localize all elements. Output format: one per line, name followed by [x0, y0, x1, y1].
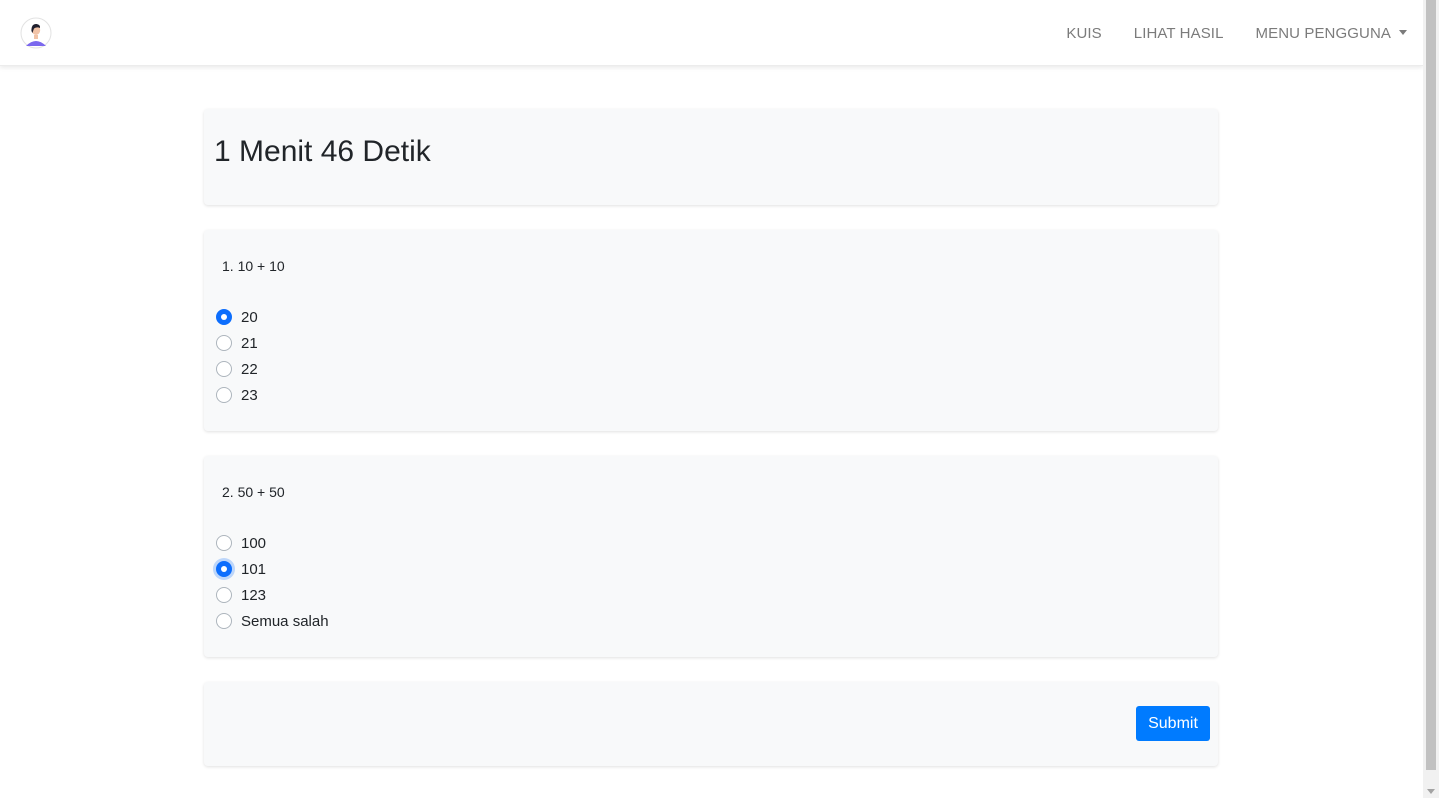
- radio-button[interactable]: [216, 309, 232, 325]
- user-avatar-icon[interactable]: [20, 17, 52, 49]
- answer-label[interactable]: 100: [241, 535, 266, 552]
- vertical-scrollbar[interactable]: [1423, 0, 1439, 798]
- nav-kuis-label: KUIS: [1066, 24, 1102, 42]
- answer-label[interactable]: 22: [241, 361, 258, 378]
- answer-option[interactable]: 123: [216, 582, 329, 608]
- question-text: 1. 10 + 10: [222, 258, 285, 274]
- timer-card: 1 Menit 46 Detik: [204, 109, 1218, 205]
- nav-lihat-hasil[interactable]: LIHAT HASIL: [1134, 25, 1224, 42]
- answer-label[interactable]: 21: [241, 335, 258, 352]
- question-card-2: 2. 50 + 50 100 101 123 Semua salah: [204, 456, 1218, 657]
- scroll-down-arrow-icon[interactable]: [1427, 789, 1435, 794]
- navbar: KUIS LIHAT HASIL MENU PENGGUNA: [0, 0, 1423, 66]
- answer-options: 100 101 123 Semua salah: [216, 530, 329, 634]
- radio-button[interactable]: [216, 587, 232, 603]
- radio-button[interactable]: [216, 535, 232, 551]
- question-card-1: 1. 10 + 10 20 21 22 23: [204, 230, 1218, 431]
- radio-button[interactable]: [216, 361, 232, 377]
- answer-label[interactable]: 123: [241, 587, 266, 604]
- answer-option[interactable]: 20: [216, 304, 258, 330]
- answer-option[interactable]: 23: [216, 382, 258, 408]
- answer-option[interactable]: 22: [216, 356, 258, 382]
- scrollbar-thumb[interactable]: [1426, 0, 1436, 770]
- answer-label[interactable]: 101: [241, 561, 266, 578]
- answer-options: 20 21 22 23: [216, 304, 258, 408]
- answer-option[interactable]: 21: [216, 330, 258, 356]
- answer-option[interactable]: 100: [216, 530, 329, 556]
- submit-button[interactable]: Submit: [1136, 706, 1210, 741]
- answer-label[interactable]: 23: [241, 387, 258, 404]
- radio-button[interactable]: [216, 387, 232, 403]
- radio-button[interactable]: [216, 561, 232, 577]
- submit-card: Submit: [204, 682, 1218, 766]
- answer-label[interactable]: 20: [241, 309, 258, 326]
- nav-menu-pengguna-dropdown[interactable]: MENU PENGGUNA: [1256, 25, 1407, 42]
- answer-option[interactable]: Semua salah: [216, 608, 329, 634]
- answer-option[interactable]: 101: [216, 556, 329, 582]
- answer-label[interactable]: Semua salah: [241, 613, 329, 630]
- caret-down-icon: [1399, 29, 1407, 35]
- radio-button[interactable]: [216, 335, 232, 351]
- nav-lihat-hasil-label: LIHAT HASIL: [1133, 24, 1224, 42]
- countdown-timer: 1 Menit 46 Detik: [214, 135, 431, 168]
- question-text: 2. 50 + 50: [222, 484, 285, 500]
- nav-menu-pengguna-label: MENU PENGGUNA: [1255, 24, 1391, 42]
- radio-button[interactable]: [216, 613, 232, 629]
- nav-kuis[interactable]: KUIS: [1066, 25, 1101, 42]
